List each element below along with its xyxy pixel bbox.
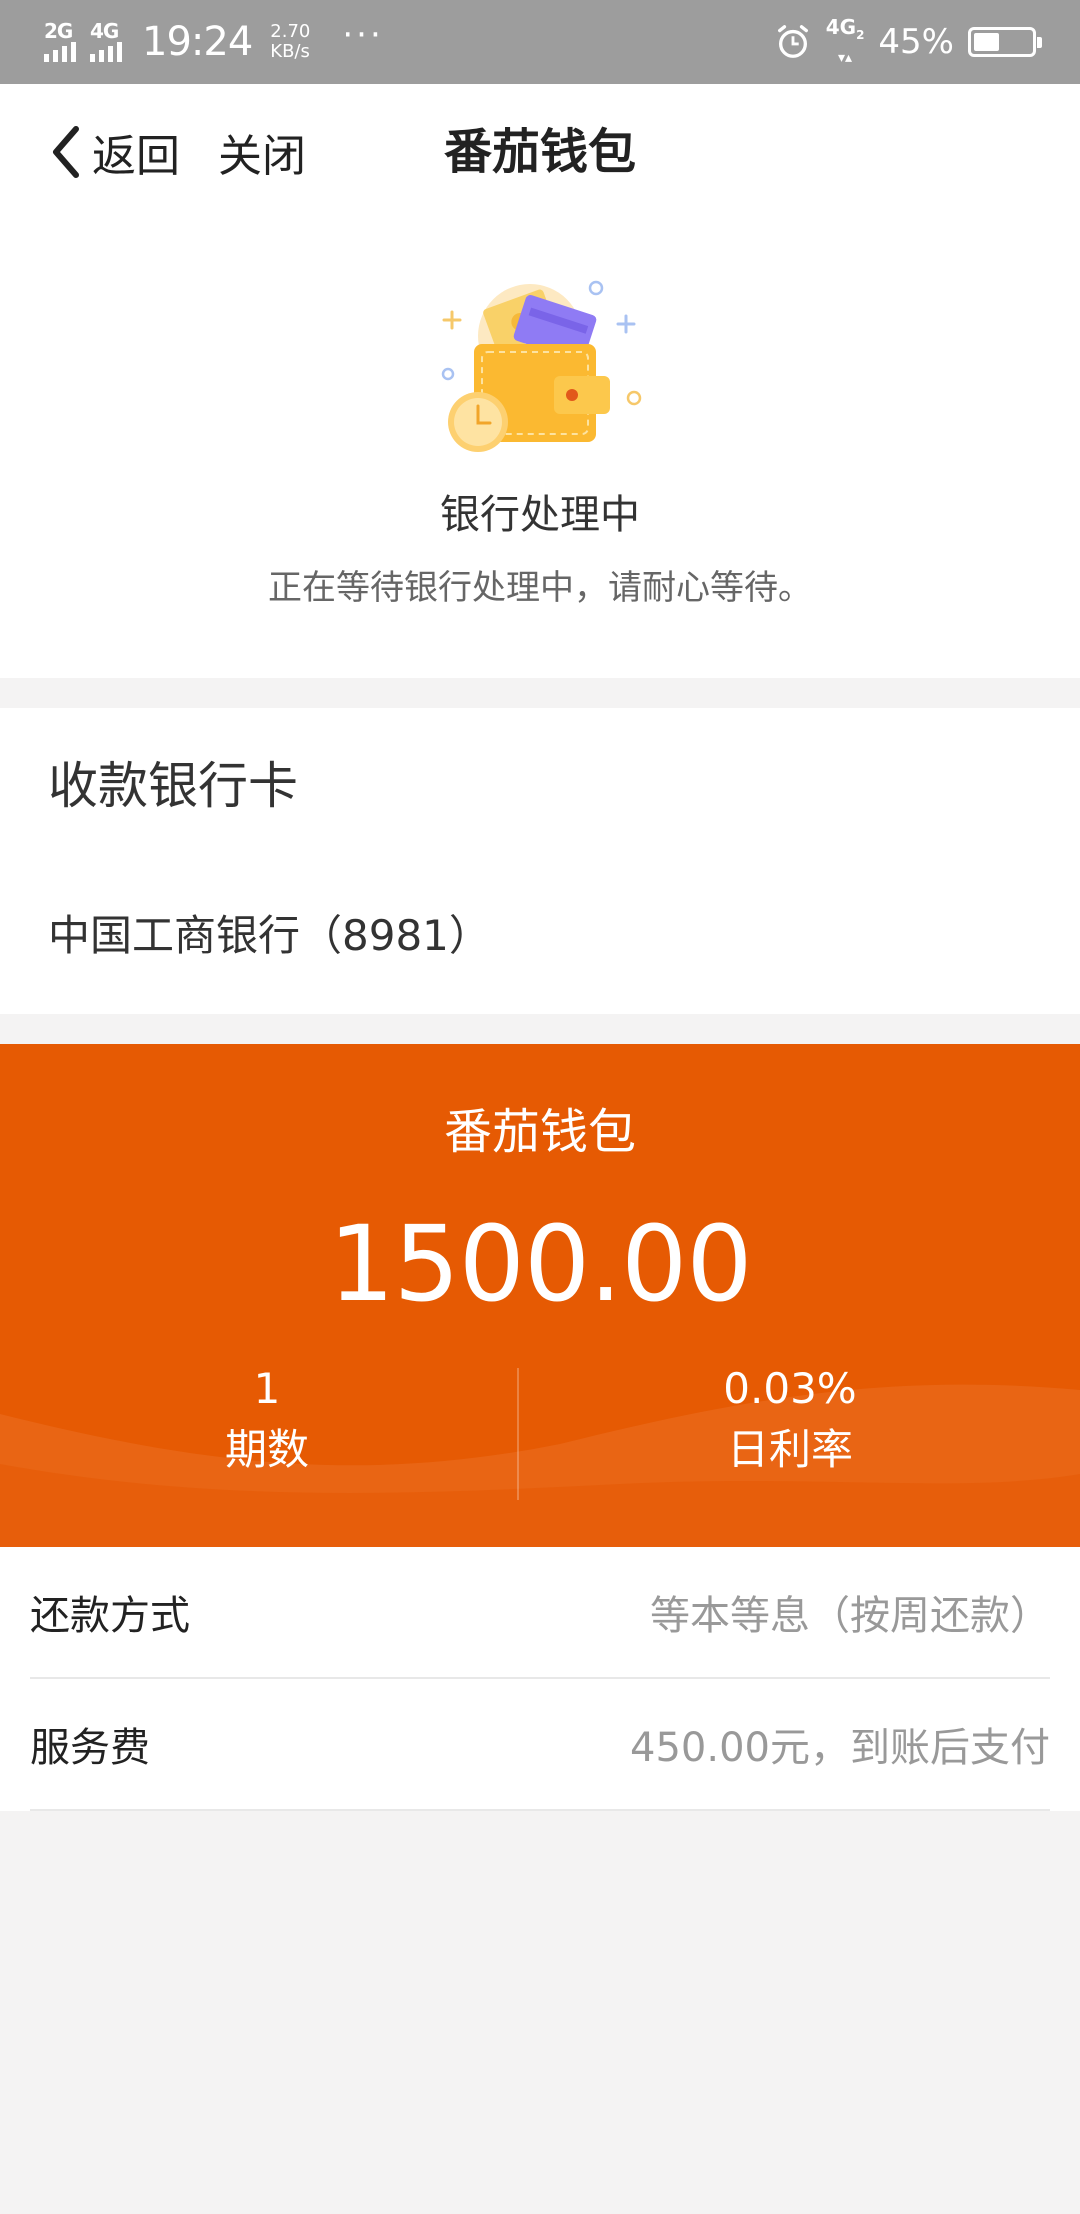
network-speed-value: 2.70 (270, 21, 311, 42)
bank-card-name: 中国工商银行（8981） (48, 911, 491, 960)
service-fee-row: 服务费 450.00元，到账后支付 (30, 1679, 1050, 1811)
battery-fill (974, 33, 999, 51)
network-4g-label: 4G (825, 14, 857, 39)
signal-bars-icon (44, 40, 76, 62)
network-speed: 2.70 KB/s (270, 22, 310, 62)
clock: 19:24 (142, 19, 253, 65)
repayment-method-label: 还款方式 (30, 1593, 190, 1639)
repayment-method-value: 等本等息（按周还款） (650, 1593, 1050, 1639)
loan-product-title: 番茄钱包 (443, 1104, 636, 1160)
stat-divider (517, 1368, 519, 1500)
signal-2g-label: 2G (44, 19, 73, 43)
daily-rate-stat: 0.03% 日利率 (520, 1364, 1060, 1478)
page-title: 番茄钱包 (443, 124, 636, 180)
daily-rate-value: 0.03% (723, 1364, 857, 1413)
service-fee-label: 服务费 (30, 1725, 150, 1771)
signal-4g: 4G (90, 19, 122, 62)
status-bar: 2G 4G 19:24 2.70 KB/s ··· 4G2 ▾▴ 45% (0, 0, 1080, 84)
status-bar-left: 2G 4G 19:24 2.70 KB/s ··· (44, 15, 384, 65)
more-dots-icon: ··· (342, 15, 384, 55)
battery-percent: 45% (878, 22, 954, 62)
alarm-icon (777, 25, 808, 58)
periods-stat: 1 期数 (0, 1364, 534, 1478)
battery-icon (968, 27, 1042, 57)
loan-details-list: 还款方式 等本等息（按周还款） 服务费 450.00元，到账后支付 (0, 1547, 1080, 1811)
network-4g-indicator: 4G2 ▾▴ (826, 17, 865, 68)
network-4g-sub: 2 (856, 27, 865, 42)
repayment-method-row: 还款方式 等本等息（按周还款） (30, 1547, 1050, 1679)
bank-card-heading: 收款银行卡 (48, 757, 298, 815)
processing-status-section: 银行处理中 正在等待银行处理中，请耐心等待。 (0, 220, 1080, 678)
data-arrows-icon: ▾▴ (838, 49, 853, 66)
daily-rate-label: 日利率 (726, 1425, 853, 1474)
receiving-bank-card-section: 收款银行卡 中国工商银行（8981） (0, 708, 1080, 1014)
periods-label: 期数 (224, 1425, 309, 1474)
periods-value: 1 (253, 1364, 281, 1413)
status-title: 银行处理中 (440, 492, 640, 538)
signal-4g-label: 4G (90, 19, 119, 43)
loan-summary-card: 番茄钱包 1500.00 1 期数 0.03% 日利率 (0, 1044, 1080, 1547)
wallet-illustration (441, 280, 642, 452)
status-description: 正在等待银行处理中，请耐心等待。 (268, 568, 812, 608)
signal-2g: 2G (44, 19, 76, 62)
network-speed-unit: KB/s (270, 41, 310, 62)
service-fee-value: 450.00元，到账后支付 (630, 1725, 1050, 1771)
signal-bars-icon (90, 40, 122, 62)
status-bar-right: 4G2 ▾▴ 45% (774, 17, 1042, 68)
nav-bar: 返回 关闭 番茄钱包 (0, 84, 1080, 220)
loan-amount: 1500.00 (328, 1203, 752, 1325)
